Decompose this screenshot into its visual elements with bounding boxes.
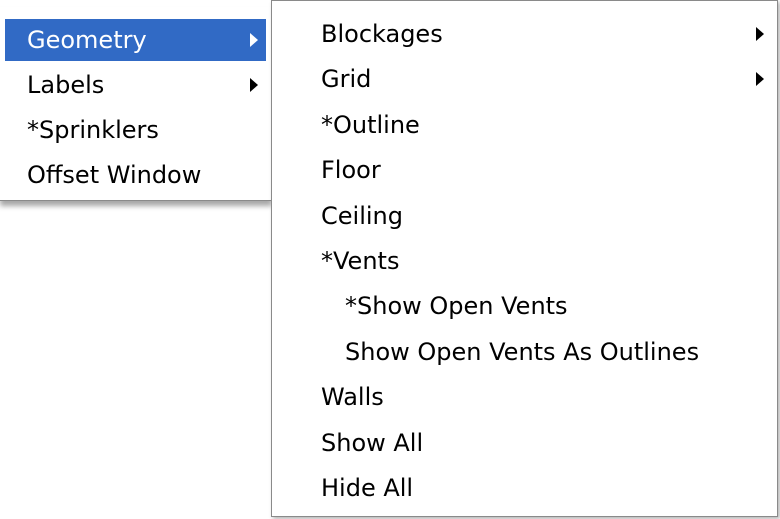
menu-item-label: *Outline [321, 111, 420, 139]
menu-item-hide-all[interactable]: Hide All [272, 467, 777, 509]
menu-item-label: Show All [321, 429, 424, 457]
submenu-arrow-icon [250, 78, 258, 92]
menu-item-floor[interactable]: Floor [272, 149, 777, 191]
menu-item-label: Floor [321, 156, 381, 184]
menu-item-label: *Sprinklers [27, 116, 159, 144]
menu-item-label: Blockages [321, 20, 443, 48]
menu-item-labels[interactable]: Labels [0, 64, 271, 106]
submenu-arrow-icon [756, 27, 764, 41]
submenu-arrow-icon [250, 33, 258, 47]
menu-item-label: Geometry [27, 26, 147, 54]
submenu-arrow-icon [756, 72, 764, 86]
menu-item-show-open-vents-as-outlines[interactable]: Show Open Vents As Outlines [272, 331, 777, 373]
menu-item-outline[interactable]: *Outline [272, 104, 777, 146]
menu-item-label: Offset Window [27, 161, 202, 189]
primary-context-menu: Geometry Labels *Sprinklers Offset Windo… [0, 7, 272, 201]
menu-item-label: *Vents [321, 247, 400, 275]
menu-item-vents[interactable]: *Vents [272, 240, 777, 282]
menu-item-ceiling[interactable]: Ceiling [272, 195, 777, 237]
menu-item-label: Hide All [321, 474, 414, 502]
menu-item-show-all[interactable]: Show All [272, 422, 777, 464]
menu-item-label: Show Open Vents As Outlines [345, 338, 700, 366]
menu-item-label: Grid [321, 65, 372, 93]
menu-item-walls[interactable]: Walls [272, 376, 777, 418]
menu-item-show-open-vents[interactable]: *Show Open Vents [272, 285, 777, 327]
menu-item-grid[interactable]: Grid [272, 58, 777, 100]
menu-item-blockages[interactable]: Blockages [272, 13, 777, 55]
menu-item-geometry[interactable]: Geometry [5, 19, 266, 61]
menu-item-sprinklers[interactable]: *Sprinklers [0, 109, 271, 151]
menu-item-label: Ceiling [321, 202, 403, 230]
menu-item-label: *Show Open Vents [345, 292, 568, 320]
menu-item-label: Labels [27, 71, 105, 99]
menu-item-offset-window[interactable]: Offset Window [0, 154, 271, 196]
geometry-submenu: Blockages Grid *Outline Floor Ceiling *V… [271, 0, 778, 517]
menu-item-label: Walls [321, 383, 384, 411]
